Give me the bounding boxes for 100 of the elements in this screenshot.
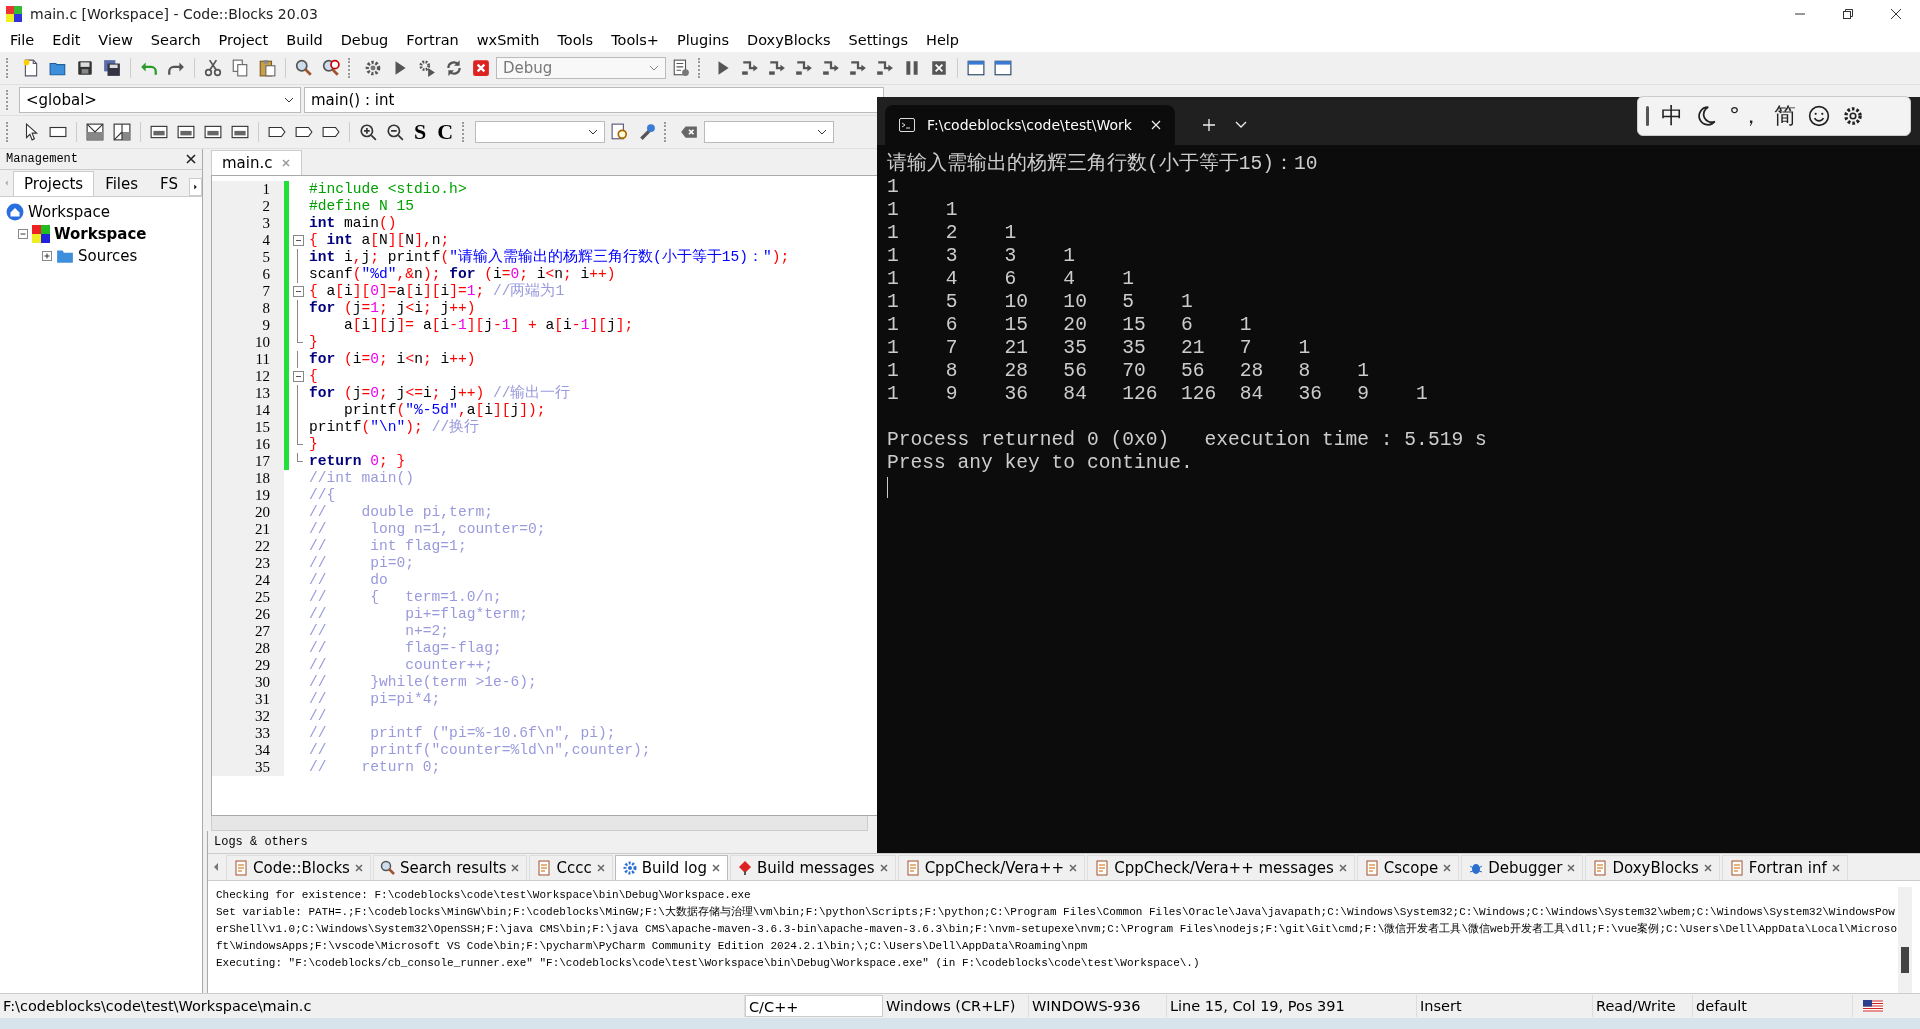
menu-item[interactable]: Plugins	[669, 32, 739, 48]
settings-icon[interactable]	[1842, 105, 1864, 127]
code-line: a[i][j]= a[i-1][j-1] + a[i-1][j];	[343, 317, 634, 334]
line-number: 28	[212, 640, 284, 657]
line-number: 13	[212, 385, 284, 402]
expand-toggle-icon[interactable]	[42, 251, 52, 261]
document-icon	[1363, 860, 1380, 876]
terminal-tab[interactable]: F:\codeblocks\code\test\Work	[885, 105, 1175, 145]
code-line: for (j=0; j<=i; j++) //输出一行	[308, 385, 571, 402]
console-line: 1 9 36 84 126 126 84 36 9 1	[887, 383, 1429, 406]
status-field: Insert	[1417, 995, 1593, 1017]
menu-item[interactable]: wxSmith	[468, 32, 550, 48]
line-number: 34	[212, 742, 284, 759]
log-tab[interactable]: CppCheck/Vera++ messages	[1087, 855, 1355, 880]
log-tab[interactable]: Build messages	[730, 855, 896, 880]
menu-item[interactable]: File	[2, 32, 45, 48]
expand-toggle-icon[interactable]	[18, 229, 28, 239]
line-number: 31	[212, 691, 284, 708]
code-line: for (i=0; i<n; i++)	[308, 351, 476, 368]
split-box-icon[interactable]	[83, 120, 107, 144]
log-tab[interactable]: Search results	[372, 855, 528, 880]
menu-item[interactable]: Search	[142, 32, 211, 48]
document-icon	[1094, 860, 1111, 876]
log-tab[interactable]: CppCheck/Vera++	[897, 855, 1086, 880]
log-tab[interactable]: Cscope	[1356, 855, 1460, 880]
console-line: 1 6 15 20 15 6 1	[887, 314, 1253, 337]
line-number: 8	[212, 300, 284, 317]
code-line: for (j=1; j<i; j++)	[308, 300, 476, 317]
code-line: // pi+=flag*term;	[308, 606, 528, 623]
line-number: 22	[212, 538, 284, 555]
menu-item[interactable]: Build	[278, 32, 333, 48]
panel-tab[interactable]: Files	[94, 171, 150, 196]
chevron-down-icon[interactable]	[1235, 121, 1247, 129]
code-line: //int main()	[308, 470, 415, 487]
menu-item[interactable]: Tools	[549, 32, 604, 48]
log-tab[interactable]: DoxyBlocks	[1585, 855, 1720, 880]
menu-item[interactable]: Project	[210, 32, 279, 48]
toolbar-button[interactable]: S	[410, 120, 431, 144]
code-line: }	[308, 334, 318, 351]
punctuation-button[interactable]: °，	[1729, 101, 1762, 131]
line-number: 14	[212, 402, 284, 419]
line-number: 12	[212, 368, 284, 385]
menu-item[interactable]: Settings	[840, 32, 918, 48]
scope-dropdown[interactable]: <global>	[19, 87, 301, 113]
log-line: Checking for existence: F:\codeblocks\code\test\Workspace\bin\Debug\Workspace.exe	[216, 888, 752, 903]
code-line: { a[i][0]=a[i][i]=1; //两端为1	[308, 283, 565, 300]
console-line: Process returned 0 (0x0) execution time : 5.519 s	[887, 429, 1488, 452]
code-line: }	[308, 436, 318, 453]
scroll-right-icon[interactable]	[189, 178, 202, 196]
status-field: Windows (CR+LF)	[883, 995, 1029, 1017]
line-number: 23	[212, 555, 284, 572]
fold-toggle-icon[interactable]	[292, 286, 304, 297]
color-grid-icon	[32, 225, 50, 243]
menu-item[interactable]: Fortran	[398, 32, 469, 48]
search-icon	[379, 860, 396, 876]
status-field: Read/Write	[1593, 995, 1693, 1017]
tree-item[interactable]: Workspace	[54, 225, 147, 243]
code-line: printf("\n"); //换行	[308, 419, 480, 436]
function-dropdown[interactable]: main() : int	[304, 87, 884, 113]
menu-item[interactable]: View	[90, 32, 143, 48]
log-tab[interactable]: Cccc	[529, 855, 613, 880]
app-icon	[6, 6, 22, 22]
log-tab[interactable]: Build log	[614, 855, 728, 880]
log-tab[interactable]: Debugger	[1461, 855, 1584, 880]
new-tab-icon[interactable]	[1203, 119, 1215, 131]
menu-item[interactable]: Help	[918, 32, 970, 48]
code-line: // pi=pi*4;	[308, 691, 441, 708]
editor-tab[interactable]: main.c	[211, 150, 302, 175]
menu-item[interactable]: DoxyBlocks	[738, 32, 841, 48]
code-line: printf("%-5d",a[i][j]);	[343, 402, 546, 419]
menu-item[interactable]: Edit	[44, 32, 91, 48]
code-line: // return 0;	[308, 759, 441, 776]
close-icon[interactable]	[186, 154, 196, 164]
status-field: WINDOWS-936	[1029, 995, 1167, 1017]
menu-item[interactable]: Debug	[332, 32, 399, 48]
drag-handle[interactable]	[1646, 106, 1649, 126]
code-line: //	[308, 708, 327, 725]
line-number: 18	[212, 470, 284, 487]
panel-tab[interactable]: FS	[149, 171, 189, 196]
home-icon	[6, 203, 24, 221]
scrollbar[interactable]	[211, 816, 868, 831]
split-box-icon[interactable]	[110, 120, 134, 144]
tree-item[interactable]: Workspace	[28, 203, 110, 221]
fold-toggle-icon[interactable]	[292, 371, 304, 382]
build-target-dropdown[interactable]: Debug	[496, 57, 666, 79]
scrollbar[interactable]	[1898, 887, 1912, 993]
input-mode-button[interactable]: 中	[1661, 101, 1683, 131]
code-line: // flag=-flag;	[308, 640, 502, 657]
smiley-icon[interactable]	[1808, 105, 1830, 127]
toolbar-button[interactable]: C	[433, 120, 458, 144]
log-tab[interactable]: Fortran inf	[1721, 855, 1848, 880]
moon-icon[interactable]	[1695, 105, 1717, 127]
fold-toggle-icon[interactable]	[292, 235, 304, 246]
gear-icon	[621, 860, 638, 876]
status-field: C/C++	[745, 995, 883, 1017]
log-tab[interactable]: Code::Blocks	[226, 855, 371, 880]
script-button[interactable]: 简	[1774, 101, 1796, 131]
menu-item[interactable]: Tools+	[603, 32, 669, 48]
tree-item[interactable]: Sources	[78, 247, 138, 265]
panel-tab[interactable]: Projects	[13, 171, 95, 196]
